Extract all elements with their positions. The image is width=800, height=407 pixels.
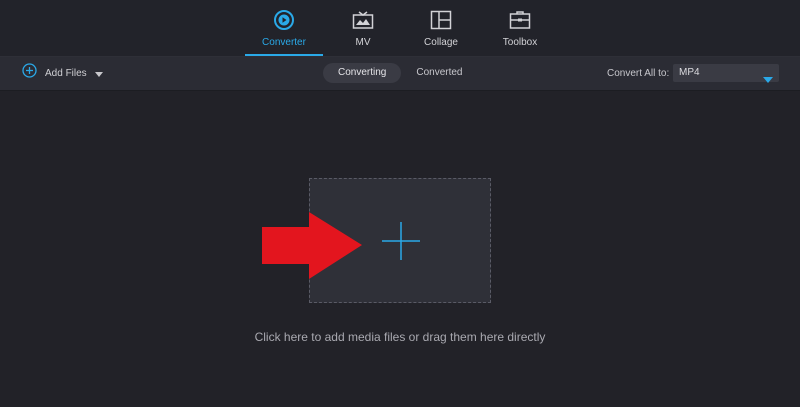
format-value: MP4 (679, 67, 700, 78)
add-circle-icon (22, 63, 37, 83)
toolbox-icon (509, 8, 531, 32)
tab-toolbox-label: Toolbox (502, 37, 538, 48)
status-segmented-control: Converting Converted (323, 63, 478, 83)
tab-collage[interactable]: Collage (418, 0, 464, 56)
collage-icon (430, 8, 452, 32)
tab-converter-label: Converter (262, 37, 306, 48)
main-area: Click here to add media files or drag th… (0, 91, 800, 407)
dropdown-arrow-icon (763, 70, 773, 88)
add-files-button[interactable]: Add Files (22, 63, 103, 83)
active-tab-indicator (245, 54, 323, 56)
tab-converting[interactable]: Converting (323, 63, 402, 83)
tab-converted[interactable]: Converted (401, 63, 477, 83)
converter-icon (273, 8, 295, 32)
tab-mv[interactable]: MV (345, 0, 381, 56)
toolbar: Add Files Converting Converted Convert A… (0, 57, 800, 91)
plus-icon (382, 222, 420, 265)
drop-hint-text: Click here to add media files or drag th… (254, 330, 546, 344)
add-files-label: Add Files (45, 67, 87, 79)
tab-collage-label: Collage (424, 37, 458, 48)
output-format-select[interactable]: MP4 (673, 64, 779, 83)
red-arrow-icon (262, 212, 362, 284)
tab-mv-label: MV (355, 37, 371, 48)
top-navigation: Converter MV Collage Toolbox (0, 0, 800, 57)
tab-converter[interactable]: Converter (245, 0, 323, 56)
convert-all-label: Convert All to: (607, 68, 670, 79)
mv-icon (352, 8, 374, 32)
tab-toolbox[interactable]: Toolbox (498, 0, 542, 56)
caret-down-icon[interactable] (94, 64, 103, 82)
